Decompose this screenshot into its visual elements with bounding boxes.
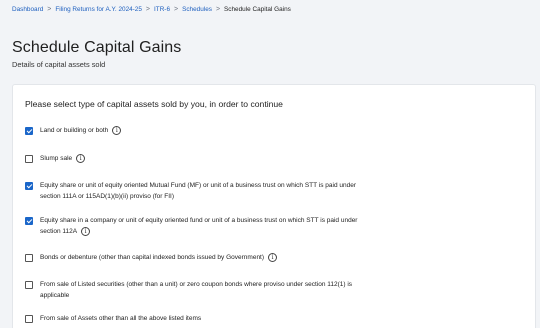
- card-heading: Please select type of capital assets sol…: [25, 99, 283, 109]
- option-land-building[interactable]: Land or building or both i: [25, 126, 360, 137]
- option-bonds-debenture[interactable]: Bonds or debenture (other than capital i…: [25, 253, 360, 264]
- chevron-right-icon: >: [47, 6, 52, 13]
- option-slump-sale[interactable]: Slump sale i: [25, 154, 360, 165]
- land-building-checkbox[interactable]: [25, 127, 33, 135]
- asset-selection-card: Please select type of capital assets sol…: [12, 84, 536, 328]
- equity-112a-checkbox[interactable]: [25, 217, 33, 225]
- option-equity-111a[interactable]: Equity share or unit of equity oriented …: [25, 181, 360, 202]
- option-label: Land or building or both: [40, 127, 109, 135]
- chevron-right-icon: >: [174, 6, 179, 13]
- breadcrumb-itr6[interactable]: ITR-6: [154, 6, 170, 13]
- option-label: Bonds or debenture (other than capital i…: [40, 254, 265, 262]
- page-title: Schedule Capital Gains: [12, 39, 182, 56]
- chevron-right-icon: >: [215, 6, 221, 13]
- other-assets-checkbox[interactable]: [25, 315, 33, 323]
- info-circle-icon[interactable]: i: [112, 126, 122, 135]
- info-circle-icon[interactable]: i: [268, 253, 278, 262]
- breadcrumb-dashboard[interactable]: Dashboard: [12, 6, 43, 13]
- page-subtitle: Details of capital assets sold: [12, 60, 106, 69]
- breadcrumb-schedules[interactable]: Schedules: [182, 6, 212, 13]
- option-label: From sale of Assets other than all the a…: [40, 315, 202, 322]
- chevron-right-icon: >: [145, 6, 151, 13]
- info-circle-icon[interactable]: i: [81, 226, 91, 236]
- breadcrumb-current: Schedule Capital Gains: [224, 6, 291, 13]
- bonds-debenture-checkbox[interactable]: [25, 254, 33, 262]
- info-circle-icon[interactable]: i: [76, 154, 86, 163]
- slump-sale-checkbox[interactable]: [25, 155, 33, 163]
- option-label: Slump sale: [40, 155, 73, 163]
- listed-securities-checkbox[interactable]: [25, 281, 33, 289]
- option-equity-112a[interactable]: Equity share in a company or unit of equ…: [25, 216, 360, 237]
- option-other-assets[interactable]: From sale of Assets other than all the a…: [25, 314, 360, 325]
- breadcrumb: Dashboard > Filing Returns for A.Y. 2024…: [12, 6, 291, 13]
- equity-111a-checkbox[interactable]: [25, 182, 33, 190]
- option-label: From sale of Listed securities (other th…: [40, 281, 353, 299]
- breadcrumb-filing-returns[interactable]: Filing Returns for A.Y. 2024-25: [55, 6, 142, 13]
- option-listed-securities[interactable]: From sale of Listed securities (other th…: [25, 280, 360, 301]
- option-label: Equity share or unit of equity oriented …: [40, 182, 357, 200]
